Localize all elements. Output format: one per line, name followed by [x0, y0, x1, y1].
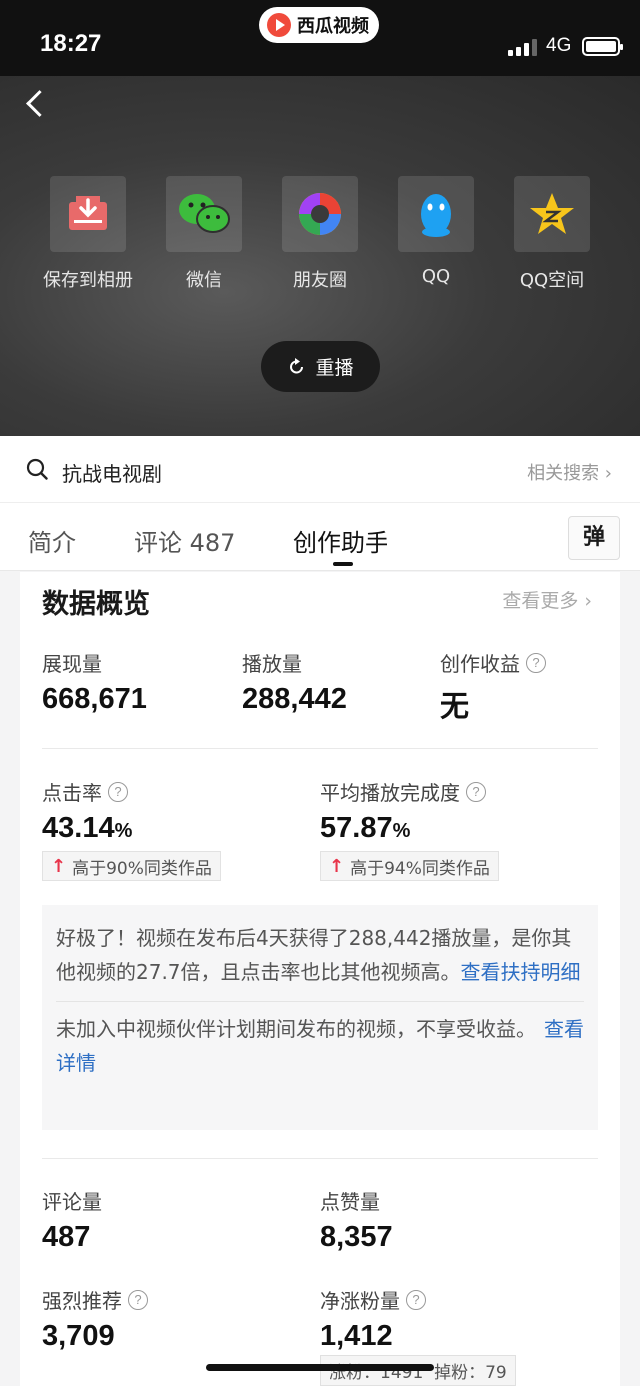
- metric-completion: 平均播放完成度? 57.87% ↑ 高于94%同类作品: [320, 777, 499, 881]
- support-details-link[interactable]: 查看扶持明细: [461, 960, 581, 984]
- metric-earnings: 创作收益? 无: [440, 648, 546, 725]
- metric-plays: 播放量 288,442: [242, 648, 347, 716]
- metric-impressions: 展现量 668,671: [42, 648, 147, 716]
- fan-loss: 掉粉：79: [434, 1363, 507, 1383]
- metric-comments: 评论量 487: [42, 1186, 102, 1254]
- search-query[interactable]: 抗战电视剧: [62, 458, 162, 487]
- metric-ctr: 点击率? 43.14% ↑ 高于90%同类作品: [42, 777, 221, 881]
- tab-bar: 简介 评论 487 创作助手 弹: [0, 503, 640, 571]
- metric-label: 创作收益: [440, 652, 520, 676]
- metric-label: 强烈推荐: [42, 1289, 122, 1313]
- metric-value: 无: [440, 691, 470, 723]
- replay-icon: [290, 357, 304, 373]
- share-label: QQ空间: [519, 270, 585, 291]
- metric-value: 43.14: [42, 812, 115, 844]
- wechat-icon: [166, 176, 242, 252]
- status-time: 18:27: [40, 30, 102, 57]
- comparison-badge: ↑ 高于90%同类作品: [42, 851, 221, 881]
- tab-indicator: [333, 562, 353, 566]
- share-label: 保存到相册: [43, 270, 133, 291]
- related-search-bar[interactable]: 抗战电视剧 相关搜索 ›: [0, 436, 640, 503]
- help-icon[interactable]: ?: [128, 1289, 148, 1310]
- metric-value: 288,442: [242, 683, 347, 715]
- search-icon: [26, 458, 48, 480]
- share-label: QQ: [421, 266, 451, 287]
- metric-label: 评论量: [42, 1190, 102, 1214]
- section-title: 数据概览: [42, 589, 150, 620]
- save-to-album-icon: [50, 176, 126, 252]
- danmu-toggle-button[interactable]: 弹: [568, 516, 620, 560]
- share-wechat[interactable]: 微信: [146, 176, 262, 292]
- help-icon[interactable]: ?: [466, 781, 486, 802]
- note-text: 未加入中视频伙伴计划期间发布的视频，不享受收益。: [56, 1017, 536, 1041]
- help-icon[interactable]: ?: [406, 1289, 426, 1310]
- up-arrow-icon: ↑: [51, 855, 67, 877]
- related-search-link[interactable]: 相关搜索 ›: [527, 459, 612, 485]
- view-more-link[interactable]: 查看更多 ›: [502, 586, 592, 613]
- signal-icon: [508, 38, 537, 56]
- metric-label: 播放量: [242, 652, 302, 676]
- metric-label: 点击率: [42, 781, 102, 805]
- battery-icon: [582, 37, 623, 56]
- badge-text: 高于94%同类作品: [350, 858, 490, 879]
- tab-comments[interactable]: 评论 487: [134, 523, 235, 558]
- data-overview-card: 数据概览 查看更多 › 展现量 668,671 播放量 288,442 创作收益…: [20, 572, 620, 1386]
- tab-intro[interactable]: 简介: [28, 523, 76, 558]
- metric-value: 57.87: [320, 812, 393, 844]
- metric-label: 展现量: [42, 652, 102, 676]
- share-label: 微信: [186, 270, 222, 291]
- status-bar: 18:27 西瓜视频 4G: [0, 0, 640, 76]
- qzone-icon: [514, 176, 590, 252]
- back-button[interactable]: [22, 86, 52, 122]
- share-panel: 保存到相册 微信 朋友圈 QQ QQ空间 重播: [0, 76, 640, 436]
- metric-recommend: 强烈推荐? 3,709: [42, 1285, 148, 1353]
- share-label: 朋友圈: [293, 270, 347, 291]
- tab-creator-assistant[interactable]: 创作助手: [293, 523, 387, 558]
- divider: [56, 1001, 584, 1002]
- share-qzone[interactable]: QQ空间: [494, 176, 610, 292]
- metric-unit: %: [392, 820, 411, 842]
- metric-likes: 点赞量 8,357: [320, 1186, 393, 1254]
- metric-label: 点赞量: [320, 1190, 380, 1214]
- divider: [42, 1158, 598, 1159]
- badge-text: 高于90%同类作品: [72, 858, 212, 879]
- up-arrow-icon: ↑: [329, 855, 345, 877]
- comparison-badge: ↑ 高于94%同类作品: [320, 851, 499, 881]
- metric-value: 487: [42, 1221, 91, 1253]
- metric-label: 平均播放完成度: [320, 781, 460, 805]
- replay-label: 重播: [315, 357, 354, 379]
- replay-button[interactable]: 重播: [261, 341, 380, 392]
- help-icon[interactable]: ?: [108, 781, 128, 802]
- metric-value: 3,709: [42, 1320, 115, 1352]
- divider: [42, 748, 598, 749]
- metric-unit: %: [114, 820, 133, 842]
- app-pill[interactable]: 西瓜视频: [259, 7, 379, 43]
- share-moments[interactable]: 朋友圈: [262, 176, 378, 292]
- help-icon[interactable]: ?: [526, 652, 546, 673]
- metric-value: 8,357: [320, 1221, 393, 1253]
- network-type: 4G: [546, 35, 572, 56]
- metric-value: 1,412: [320, 1320, 393, 1352]
- performance-note: 好极了！视频在发布后4天获得了288,442播放量，是你其他视频的27.7倍，且…: [42, 905, 598, 1130]
- metric-value: 668,671: [42, 683, 147, 715]
- app-pill-label: 西瓜视频: [297, 16, 369, 37]
- metric-label: 净涨粉量: [320, 1289, 400, 1313]
- xigua-logo-icon: [267, 13, 291, 37]
- qq-icon: [398, 176, 474, 252]
- home-indicator[interactable]: [206, 1364, 434, 1371]
- share-save-album[interactable]: 保存到相册: [30, 176, 146, 292]
- share-qq[interactable]: QQ: [378, 176, 494, 287]
- moments-icon: [282, 176, 358, 252]
